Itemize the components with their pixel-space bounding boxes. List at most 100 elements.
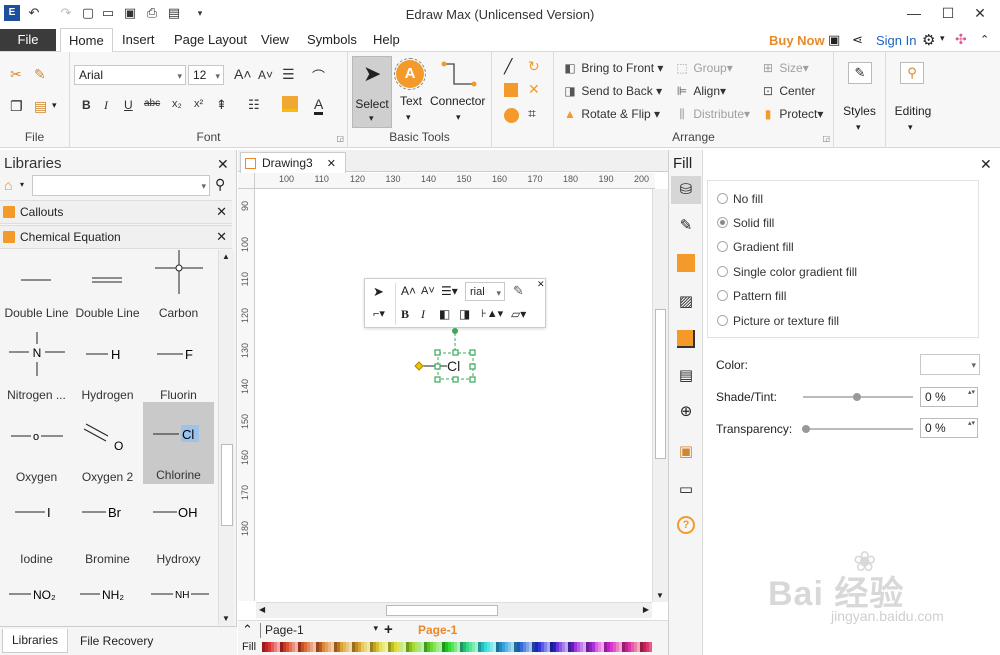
shape-oxygen[interactable]: o Oxygen (1, 414, 72, 496)
align-button[interactable]: ⊫ Align ▾ (674, 83, 726, 99)
format-painter-icon[interactable]: ✂ (10, 66, 22, 83)
canvas-scroll-right-icon[interactable]: ▶ (643, 605, 649, 614)
shape-bromine[interactable]: Br Bromine (72, 496, 143, 578)
highlight-color-icon[interactable] (282, 96, 298, 112)
bring-to-front-button[interactable]: ◧ Bring to Front ▾ (562, 60, 663, 76)
canvas-scroll-down-icon[interactable]: ▼ (656, 591, 664, 600)
center-button[interactable]: ⊡ Center (760, 83, 815, 99)
note-icon[interactable]: ▣ (677, 442, 695, 460)
mini-grow-font-icon[interactable]: A˄ (401, 284, 416, 298)
cross-tool-icon[interactable]: ✕ (528, 81, 540, 98)
connector-tool-label[interactable]: Connector (430, 94, 485, 108)
image-icon[interactable]: ▨ (677, 292, 695, 310)
new-file-icon[interactable]: ▢ (80, 5, 96, 21)
superscript-icon[interactable]: x² (194, 98, 203, 110)
subscript-icon[interactable]: x₂ (172, 98, 182, 110)
strikethrough-icon[interactable]: abc (144, 98, 160, 109)
ribbon-collapse-icon[interactable]: ⌃ (980, 33, 989, 46)
export-icon[interactable]: ▤ (166, 5, 182, 21)
shape-nh2[interactable]: NH₂ (72, 578, 143, 623)
search-replace-icon[interactable]: ⚲ (900, 62, 924, 84)
bold-icon[interactable]: B (82, 98, 91, 112)
library-search-input[interactable] (32, 175, 210, 196)
mini-shrink-font-icon[interactable]: A˅ (421, 285, 435, 297)
radio-solid-fill[interactable] (717, 217, 728, 228)
fill-option-pattern-fill[interactable]: Pattern fill (717, 289, 786, 307)
paste-icon[interactable]: ▤ (34, 98, 47, 115)
arc-tool-icon[interactable]: ↻ (528, 58, 540, 75)
styles-icon[interactable]: ✎ (848, 62, 872, 84)
close-fill-panel-icon[interactable]: ✕ (980, 156, 992, 173)
connector-dropdown-icon[interactable]: ▾ (456, 112, 461, 123)
layer-icon[interactable] (677, 330, 695, 348)
radio-pattern-fill[interactable] (717, 290, 728, 301)
ellipse-tool-icon[interactable] (504, 108, 519, 123)
radio-no-fill[interactable] (717, 193, 728, 204)
canvas-horizontal-scrollbar[interactable]: ◀ ▶ (256, 602, 652, 618)
fill-option-single-color-gradient[interactable]: Single color gradient fill (717, 265, 857, 283)
close-libraries-icon[interactable]: ✕ (217, 156, 229, 173)
tab-symbols[interactable]: Symbols (299, 28, 365, 52)
shape-double-line[interactable]: Double Line (1, 250, 72, 332)
text-path-icon[interactable]: ⌒ (312, 66, 325, 85)
document-properties-icon[interactable]: ▤ (677, 366, 695, 384)
print-icon[interactable]: ⎙ (144, 5, 160, 21)
shade-tint-slider-knob[interactable] (853, 393, 861, 401)
font-dialog-launcher-icon[interactable]: ◲ (336, 134, 344, 143)
hyperlink-globe-icon[interactable]: ⊕ (677, 402, 695, 420)
shape-iodine[interactable]: I Iodine (1, 496, 72, 578)
line-spacing-icon[interactable]: ⇞ (216, 97, 227, 113)
paste-dropdown-icon[interactable]: ▾ (52, 100, 57, 111)
close-callouts-icon[interactable]: ✕ (216, 201, 227, 223)
fill-bucket-icon[interactable]: ⛁ (677, 180, 695, 198)
fill-option-solid-fill[interactable]: Solid fill (717, 216, 774, 234)
arrange-dialog-launcher-icon[interactable]: ◲ (822, 134, 830, 143)
shape-nitrogen[interactable]: N Nitrogen ... (1, 332, 72, 414)
connector-tool-icon[interactable] (440, 58, 480, 90)
color-swatch[interactable] (649, 642, 652, 652)
maximize-icon[interactable]: ☐ (934, 2, 962, 24)
library-home-dropdown-icon[interactable]: ▾ (20, 180, 24, 189)
close-mini-toolbar-icon[interactable]: ✕ (537, 279, 545, 290)
redo-icon[interactable]: ↷ (58, 5, 74, 21)
shade-tint-spinner[interactable]: 0 % (920, 387, 978, 407)
color-swatches[interactable] (262, 642, 666, 652)
undo-icon[interactable]: ↶ (26, 5, 42, 21)
scroll-up-icon[interactable]: ▲ (222, 252, 230, 261)
comment-icon[interactable]: ▭ (677, 480, 695, 498)
mini-pointer-icon[interactable]: ➤ (373, 284, 384, 300)
apps-icon[interactable]: ✣ (955, 31, 967, 48)
page-collapse-icon[interactable]: ⌃ (242, 622, 253, 638)
tab-help[interactable]: Help (365, 28, 408, 52)
underline-icon[interactable]: U (124, 98, 133, 112)
document-tab[interactable]: Drawing3 ✕ (240, 152, 346, 173)
category-callouts[interactable]: Callouts ✕ (0, 200, 232, 224)
mini-bold-icon[interactable]: B (401, 307, 409, 322)
canvas-hscroll-thumb[interactable] (386, 605, 498, 616)
line-style-icon[interactable]: ✎ (677, 216, 695, 234)
distribute-button[interactable]: ⫼ Distribute ▾ (674, 106, 750, 122)
open-folder-icon[interactable]: ▭ (100, 5, 116, 21)
close-chemical-equation-icon[interactable]: ✕ (216, 226, 227, 248)
mini-bring-front-icon[interactable]: ◧ (439, 307, 450, 321)
shape-oxygen-2[interactable]: O Oxygen 2 (72, 414, 143, 496)
buy-now-link[interactable]: Buy Now (769, 33, 825, 48)
share-icon[interactable]: ⋖ (852, 32, 863, 48)
file-menu[interactable]: File (0, 29, 56, 51)
fill-option-no-fill[interactable]: No fill (717, 192, 763, 210)
protect-button[interactable]: ▮ Protect ▾ (760, 106, 824, 122)
shape-double-line-2[interactable]: Double Line (72, 250, 143, 332)
canvas-vscroll-thumb[interactable] (655, 309, 666, 459)
text-tool-label[interactable]: Text (400, 94, 422, 108)
italic-icon[interactable]: I (104, 98, 108, 113)
store-icon[interactable]: ▣ (828, 32, 840, 48)
tab-home[interactable]: Home (60, 28, 113, 53)
text-tool-icon[interactable]: A (394, 58, 426, 90)
library-scrollbar[interactable]: ▲ ▼ (218, 250, 234, 625)
mini-distribute-icon[interactable]: ⊦▲▾ (481, 307, 503, 320)
mini-connector-icon[interactable]: ⌐▾ (373, 307, 385, 320)
fill-option-picture-texture[interactable]: Picture or texture fill (717, 314, 839, 332)
sign-in-link[interactable]: Sign In (876, 33, 916, 48)
rotate-flip-button[interactable]: ▲ Rotate & Flip ▾ (562, 106, 660, 122)
add-page-icon[interactable]: + (384, 621, 393, 638)
